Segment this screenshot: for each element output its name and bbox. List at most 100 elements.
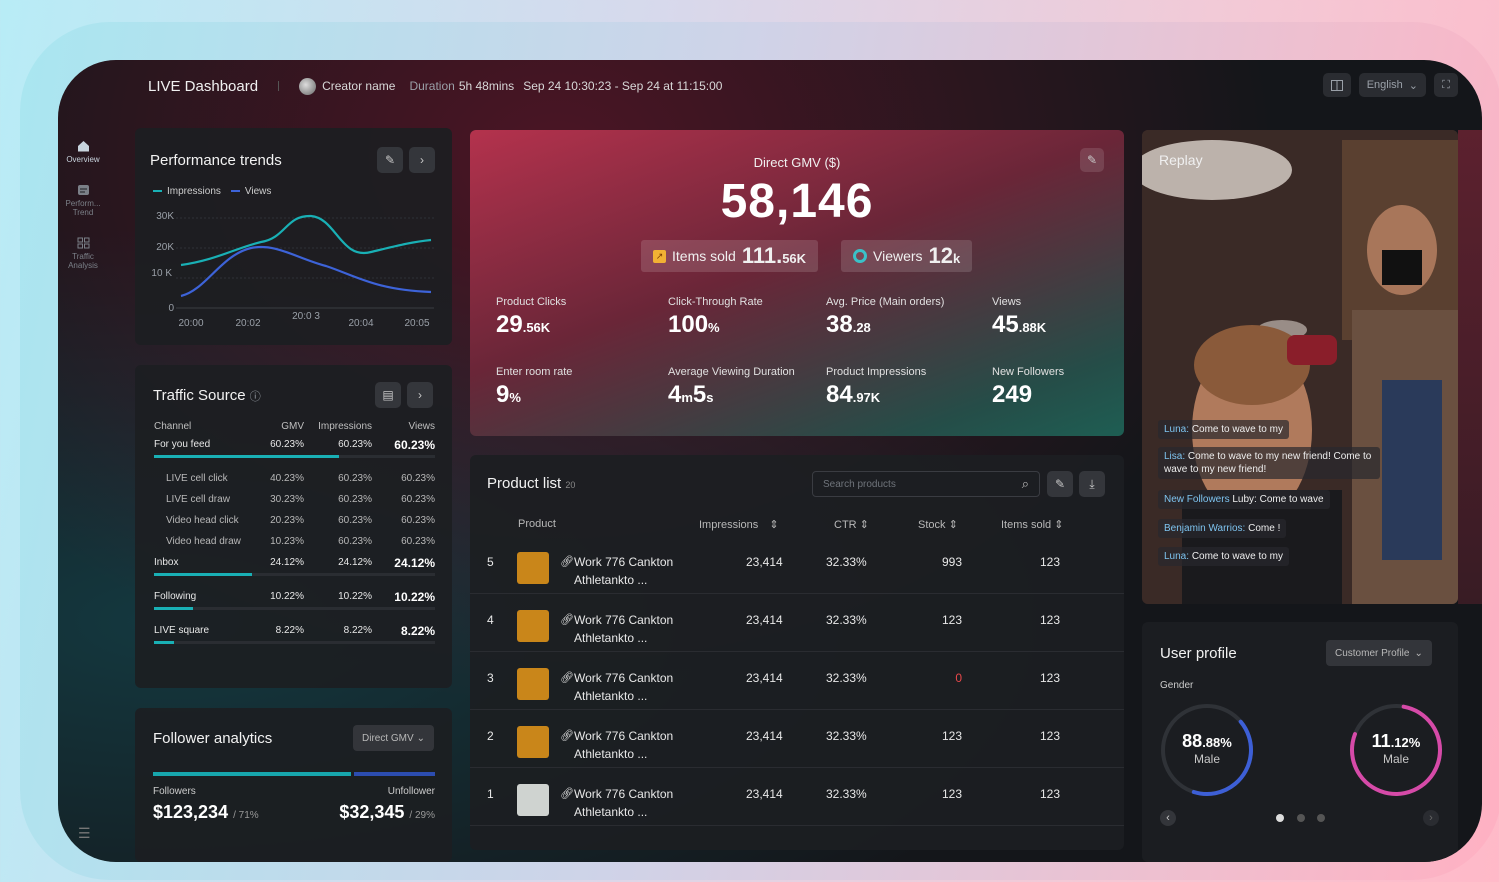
stock-value: 123 (941, 729, 962, 743)
link-icon: 🔗︎ (560, 614, 574, 626)
impressions-value: 23,414 (746, 787, 783, 801)
traffic-row[interactable]: Video head click 20.23% 60.23% 60.23% (154, 510, 435, 531)
edit-button[interactable]: ✎ (1080, 148, 1104, 172)
sort-icon: ⇕ (769, 519, 779, 531)
product-name[interactable]: Work 776 Cankton (574, 671, 673, 685)
nav-label: Traffic Analysis (68, 252, 98, 270)
x-tick: 20:04 (348, 318, 374, 329)
nav-item-performance-trend[interactable]: Perform... Trend (58, 184, 108, 217)
customer-profile-select[interactable]: Customer Profile ⌄ (1326, 640, 1432, 666)
divider (278, 81, 280, 91)
x-tick: 20:02 (235, 318, 261, 329)
product-thumbnail (517, 726, 549, 758)
product-row[interactable]: 4 🔗︎ Work 776 Cankton Athletankto ... 23,414… (470, 594, 1124, 652)
channel-value: 24.12% (394, 555, 435, 570)
side-nav: Overview Perform... Trend Traffic Analys… (58, 140, 108, 290)
traffic-row[interactable]: LIVE cell draw 30.23% 60.23% 60.23% (154, 489, 435, 510)
stock-value: 993 (941, 555, 962, 569)
product-name[interactable]: Work 776 Cankton (574, 555, 673, 569)
traffic-row[interactable]: Following 10.22% 10.22% 10.22% (154, 586, 435, 607)
download-button[interactable]: ⤓ (1079, 471, 1105, 497)
link-icon: 🔗︎ (560, 788, 574, 800)
rank: 1 (487, 787, 494, 801)
duration-label: Duration (409, 79, 455, 93)
traffic-row[interactable]: For you feed 60.23% 60.23% 60.23% (154, 434, 435, 455)
carousel-dot-active[interactable] (1276, 814, 1284, 822)
product-name[interactable]: Work 776 Cankton (574, 613, 673, 627)
x-tick: 20:00 (178, 318, 204, 329)
impressions-line (180, 214, 432, 267)
sort-icon: ⇕ (948, 519, 958, 531)
edit-icon: ✎ (1054, 477, 1066, 491)
info-icon[interactable]: ⓘ (250, 391, 261, 403)
carousel-dot[interactable] (1317, 814, 1325, 822)
collapse-menu-icon[interactable]: ☰ (78, 825, 91, 842)
edit-button[interactable]: ✎ (377, 147, 403, 173)
channel-value: 60.23% (338, 536, 372, 547)
fullscreen-button[interactable]: ⛶ (1434, 73, 1458, 97)
unfollower-value: $32,345 / 29% (339, 802, 435, 822)
product-name[interactable]: Work 776 Cankton (574, 729, 673, 743)
items-sold-value: 123 (1039, 787, 1060, 801)
channel-name: LIVE square (154, 625, 210, 636)
search-icon: ⌕ (1021, 476, 1029, 491)
channel-name: Inbox (154, 557, 179, 568)
replay-title: Replay (1159, 152, 1203, 168)
metric-product-impressions: Product Impressions 84.97K (826, 366, 927, 408)
ctr-value: 32.33% (826, 729, 867, 743)
traffic-row[interactable]: Inbox 24.12% 24.12% 24.12% (154, 552, 435, 573)
product-row[interactable]: 1 🔗︎ Work 776 Cankton Athletankto ... 23,414… (470, 768, 1124, 826)
device-frame: LIVE Dashboard Creator name Duration 5h … (58, 60, 1482, 862)
items-sold-value: 123 (1039, 555, 1060, 569)
eye-icon (853, 249, 867, 263)
edit-icon: ✎ (384, 153, 396, 167)
nav-item-overview[interactable]: Overview (58, 140, 108, 164)
search-input[interactable]: Search products ⌕ (812, 471, 1040, 497)
metric-ctr: Click-Through Rate 100% (668, 296, 763, 338)
product-row[interactable]: 5 🔗︎ Work 776 Cankton Athletankto ... 23,414… (470, 536, 1124, 594)
link-icon: 🔗︎ (560, 672, 574, 684)
channel-value: 60.23% (401, 473, 435, 484)
creator-name[interactable]: Creator name (322, 79, 395, 93)
language-select[interactable]: English ⌄ (1358, 73, 1426, 97)
carousel-prev-button[interactable]: ‹ (1160, 810, 1176, 826)
link-icon: 🔗︎ (560, 556, 574, 568)
channel-value: 8.22% (400, 623, 435, 638)
follower-metric-select[interactable]: Direct GMV ⌄ (353, 725, 435, 751)
col-header-ctr[interactable]: CTR ⇕ (834, 518, 869, 531)
col-header-stock[interactable]: Stock ⇕ (918, 518, 958, 531)
channel-share-bar (154, 573, 435, 576)
y-tick: 30K (156, 211, 174, 222)
product-name[interactable]: Work 776 Cankton (574, 787, 673, 801)
download-icon: ⤓ (1089, 476, 1095, 491)
followers-label: Followers (153, 786, 196, 797)
next-button[interactable]: › (407, 382, 433, 408)
next-button[interactable]: › (409, 147, 435, 173)
col-header-impressions[interactable]: Impressions ⇕ (699, 518, 779, 531)
chevron-down-icon: ⌄ (416, 732, 426, 744)
edit-button[interactable]: ✎ (1047, 471, 1073, 497)
impressions-value: 23,414 (746, 729, 783, 743)
layout-toggle-button[interactable] (1322, 73, 1351, 97)
channel-value: 60.23% (338, 439, 372, 450)
male-share: 88.88% Male (1182, 731, 1232, 766)
channel-value: 10.22% (394, 589, 435, 604)
carousel-dot[interactable] (1297, 814, 1305, 822)
carousel-next-button[interactable]: › (1423, 810, 1439, 826)
performance-title: Performance trends (150, 152, 282, 169)
nav-item-traffic-analysis[interactable]: Traffic Analysis (58, 237, 108, 270)
traffic-row[interactable]: LIVE cell click 40.23% 60.23% 60.23% (154, 468, 435, 489)
channel-value: 60.23% (338, 473, 372, 484)
product-row[interactable]: 3 🔗︎ Work 776 Cankton Athletankto ... 23,414… (470, 652, 1124, 710)
views-line (180, 245, 432, 298)
unfollower-bar (354, 772, 435, 776)
items-sold-pill: ↗ Items sold 111.56K (641, 240, 819, 272)
col-header-items-sold[interactable]: Items sold ⇕ (1001, 518, 1063, 531)
traffic-row[interactable]: Video head draw 10.23% 60.23% 60.23% (154, 531, 435, 552)
product-row[interactable]: 2 🔗︎ Work 776 Cankton Athletankto ... 23,414… (470, 710, 1124, 768)
chevron-down-icon: ⌄ (1408, 79, 1418, 92)
traffic-row[interactable]: LIVE square 8.22% 8.22% 8.22% (154, 620, 435, 641)
replay-card[interactable]: Replay Luna: Come to wave to my Lisa: Co… (1142, 130, 1458, 604)
table-view-button[interactable]: ▤ (375, 382, 401, 408)
traffic-table: Channel GMV Impressions Views For you feed 6… (154, 418, 435, 654)
